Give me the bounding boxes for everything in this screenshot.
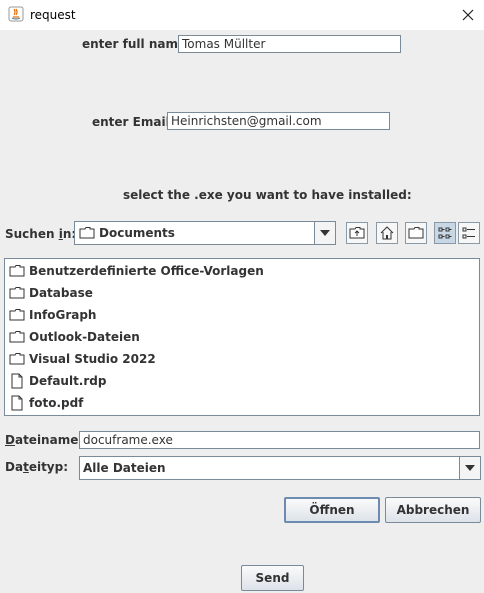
list-item[interactable]: Visual Studio 2022 — [9, 349, 156, 369]
list-item[interactable]: Default.rdp — [9, 371, 106, 391]
open-button[interactable]: Öffnen — [284, 497, 380, 523]
file-name: foto.pdf — [29, 396, 84, 410]
look-in-value: Documents — [99, 226, 175, 240]
details-view-icon — [462, 227, 475, 239]
file-icon — [11, 373, 23, 389]
up-folder-icon — [349, 227, 365, 239]
filetype-value: Alle Dateien — [83, 461, 166, 475]
list-item[interactable]: foto.pdf — [9, 393, 83, 413]
look-in-label: Suchen in: — [5, 227, 77, 241]
list-item[interactable]: InfoGraph — [9, 305, 96, 325]
filetype-label: Dateityp: — [5, 460, 69, 474]
filename-input[interactable]: docuframe.exe — [79, 431, 480, 449]
dropdown-arrow-icon[interactable] — [314, 222, 335, 244]
exe-prompt-label: select the .exe you want to have install… — [123, 188, 412, 202]
filename-label: Dateiname: — [5, 433, 84, 447]
email-field[interactable]: Heinrichsten@gmail.com — [167, 112, 390, 130]
file-name: Visual Studio 2022 — [29, 352, 156, 366]
file-icon — [11, 395, 23, 411]
file-list[interactable]: Benutzerdefinierte Office-Vorlagen Datab… — [4, 258, 480, 416]
new-folder-icon — [408, 227, 424, 239]
look-in-combo[interactable]: Documents — [74, 221, 336, 245]
folder-icon — [9, 287, 25, 299]
dropdown-arrow-icon[interactable] — [459, 457, 480, 479]
home-icon — [380, 226, 394, 240]
close-button[interactable] — [454, 3, 482, 27]
list-item[interactable]: Benutzerdefinierte Office-Vorlagen — [9, 261, 264, 281]
send-button[interactable]: Send — [241, 565, 304, 591]
java-icon — [8, 6, 24, 22]
folder-icon — [9, 353, 25, 365]
cancel-button[interactable]: Abbrechen — [385, 497, 481, 523]
file-name: Outlook-Dateien — [29, 330, 140, 344]
list-view-icon — [438, 227, 452, 239]
name-field[interactable]: Tomas Müllter — [178, 35, 401, 53]
email-label: enter Email: — [92, 115, 175, 129]
file-name: Database — [29, 286, 93, 300]
list-view-button[interactable] — [434, 222, 456, 244]
file-name: InfoGraph — [29, 308, 97, 322]
up-folder-button[interactable] — [346, 222, 368, 244]
new-folder-button[interactable] — [405, 222, 427, 244]
folder-icon — [9, 265, 25, 277]
folder-icon — [79, 227, 95, 239]
home-button[interactable] — [376, 222, 398, 244]
list-item[interactable]: Outlook-Dateien — [9, 327, 140, 347]
details-view-button[interactable] — [458, 222, 480, 244]
close-icon — [462, 9, 474, 21]
file-name: Benutzerdefinierte Office-Vorlagen — [29, 264, 264, 278]
folder-icon — [9, 309, 25, 321]
list-item[interactable]: Database — [9, 283, 93, 303]
window-title: request — [30, 8, 76, 22]
filetype-combo[interactable]: Alle Dateien — [79, 456, 481, 480]
folder-icon — [9, 331, 25, 343]
file-name: Default.rdp — [29, 374, 107, 388]
name-label: enter full name: — [82, 37, 191, 51]
